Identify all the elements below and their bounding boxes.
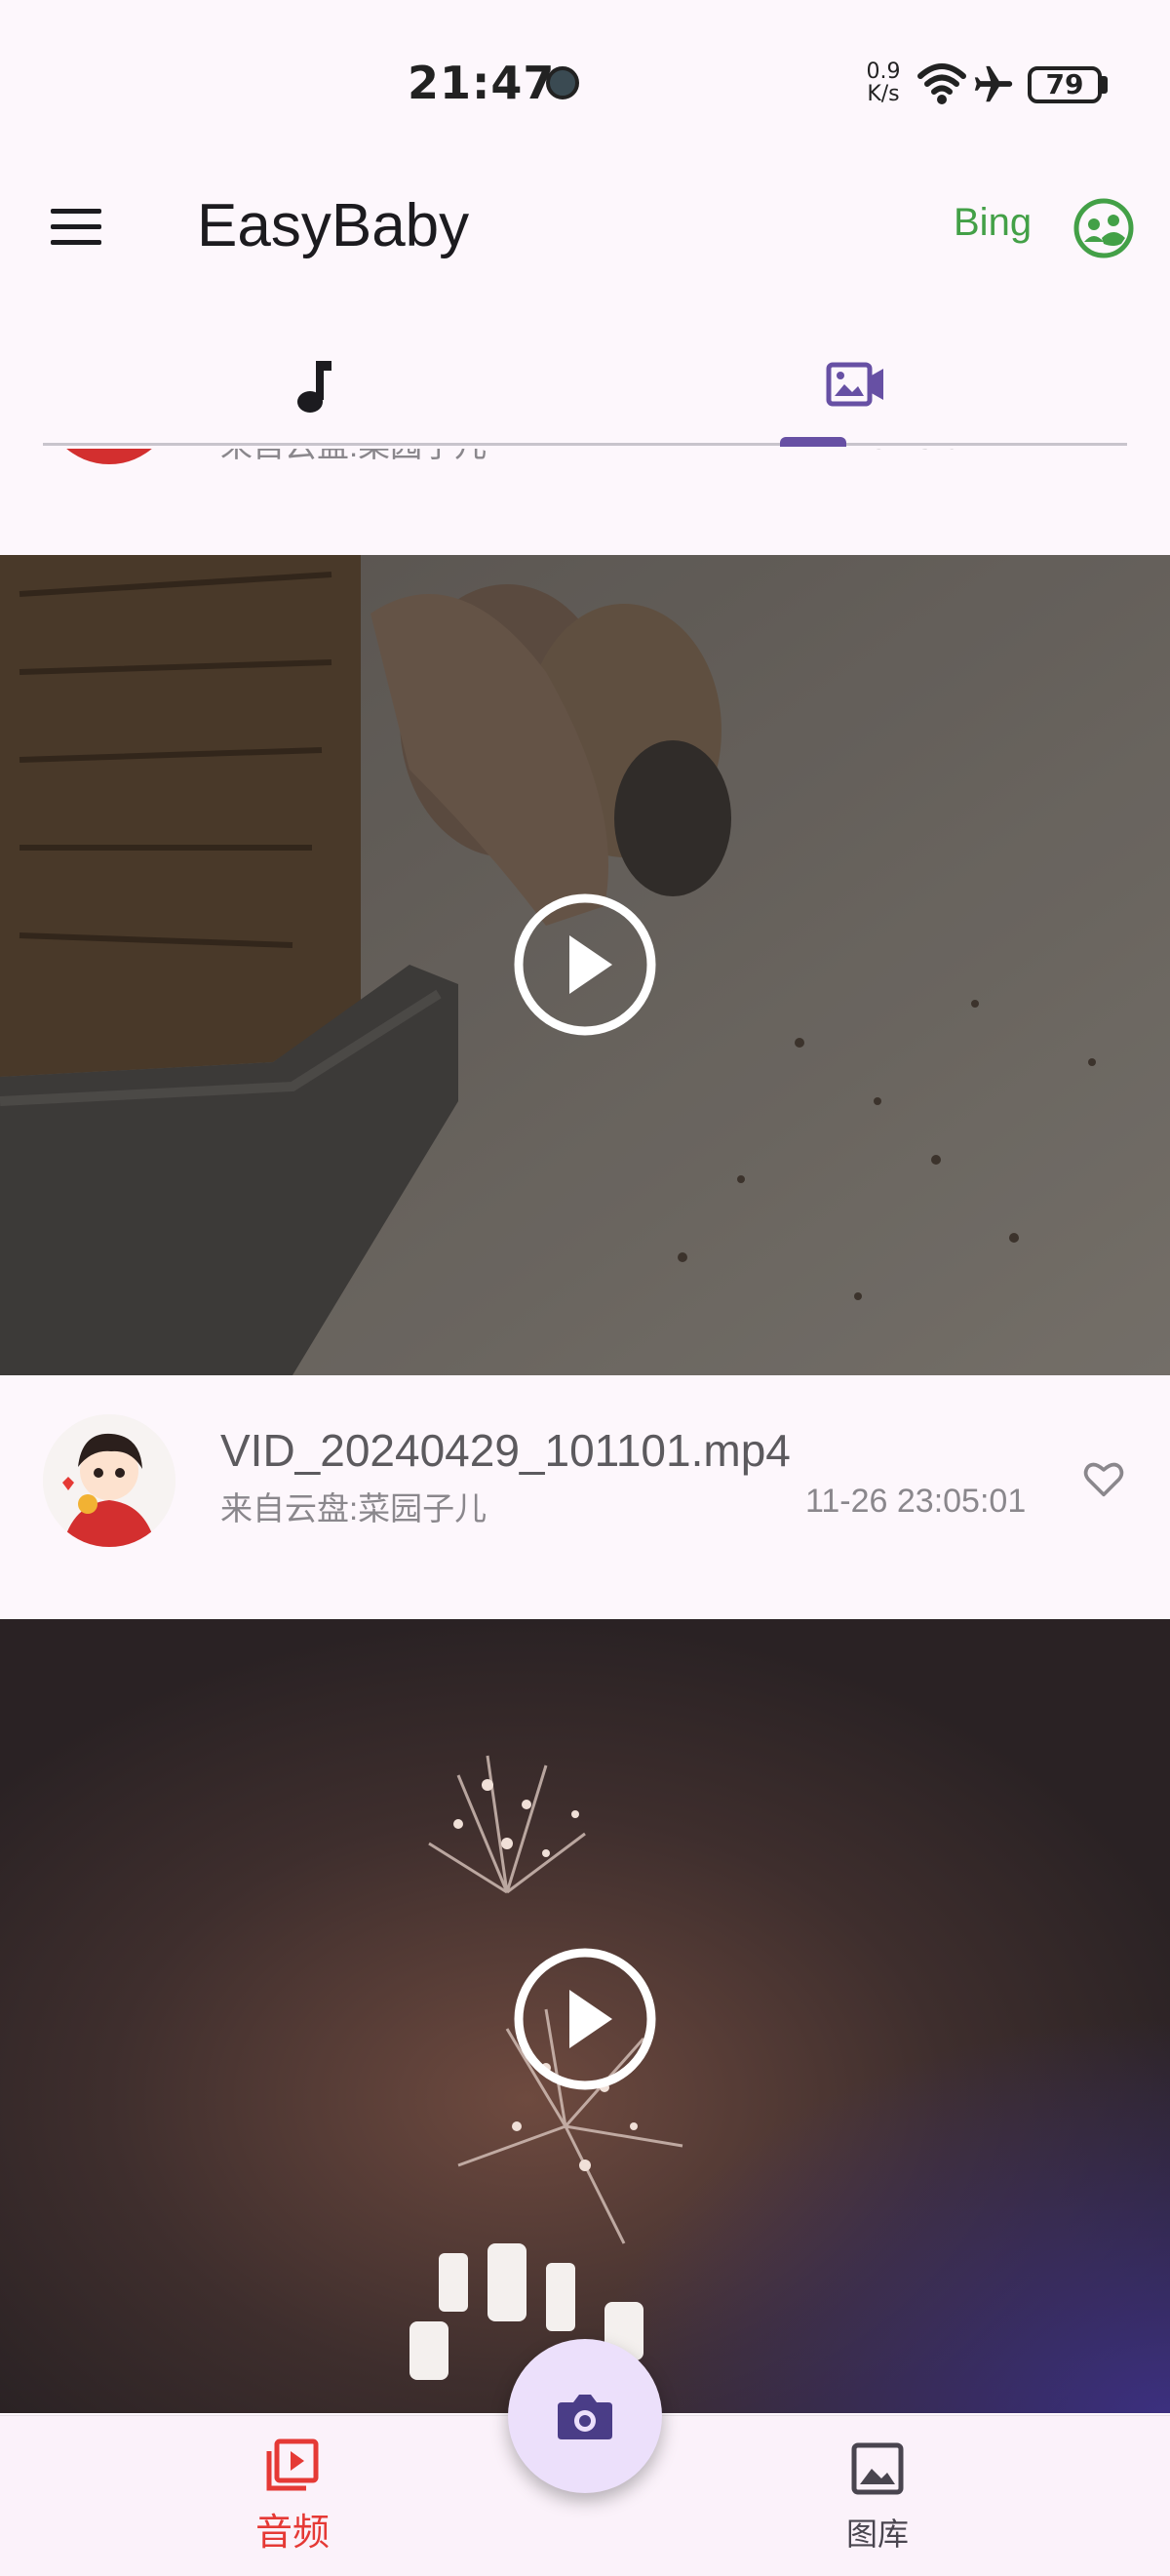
- tabs-divider: [43, 443, 1127, 446]
- tab-indicator: [780, 437, 846, 447]
- battery-indicator: 79: [1028, 66, 1102, 103]
- video-library-icon: [826, 362, 883, 407]
- image-icon: [851, 2442, 904, 2495]
- timestamp: 11-26 23:05:01: [805, 1483, 1027, 1520]
- network-speed-value: 0.9: [866, 59, 901, 84]
- status-time: 21:47: [408, 57, 556, 109]
- nav-label-gallery: 图库: [845, 2516, 909, 2553]
- source-label: 来自云盘:菜园子儿: [220, 449, 487, 466]
- video-feed[interactable]: 来自云盘:菜园子儿 11-26 23:02:24: [0, 449, 1170, 2413]
- video-thumbnail[interactable]: [0, 1619, 1170, 2413]
- nav-item-gallery[interactable]: 图库: [731, 2416, 1024, 2576]
- camera-fab[interactable]: [508, 2339, 662, 2493]
- avatar[interactable]: [43, 1414, 176, 1547]
- media-tabs: [43, 332, 1127, 445]
- music-note-icon: [297, 361, 332, 413]
- menu-icon-line: [51, 240, 101, 245]
- tab-music[interactable]: [43, 332, 585, 441]
- heart-icon[interactable]: [1082, 1459, 1125, 1498]
- nav-label-audio: 音频: [254, 2511, 330, 2554]
- play-icon[interactable]: [511, 891, 659, 1039]
- avatar[interactable]: [43, 449, 176, 464]
- airplane-mode-icon: [974, 65, 1013, 102]
- app-title: EasyBaby: [197, 192, 470, 259]
- battery-tip: [1102, 76, 1108, 94]
- network-speed-unit: K/s: [867, 82, 900, 106]
- nav-item-audio[interactable]: 音频: [146, 2416, 439, 2576]
- wifi-icon: [917, 63, 966, 104]
- file-name: VID_20240429_101101.mp4: [220, 1425, 791, 1476]
- switch-camera-icon: [558, 2395, 612, 2439]
- list-item-header[interactable]: 来自云盘:菜园子儿 11-26 23:02:24: [0, 449, 1170, 527]
- list-item-header[interactable]: VID_20240429_101101.mp4 来自云盘:菜园子儿 11-26 …: [0, 1405, 1170, 1600]
- tab-video[interactable]: [585, 332, 1127, 441]
- menu-icon-line: [51, 209, 101, 214]
- status-bar: 21:47 0.9 K/s 79: [0, 0, 1170, 166]
- account-icon[interactable]: [1072, 197, 1135, 259]
- video-thumbnail[interactable]: [0, 555, 1170, 1375]
- timestamp: 11-26 23:02:24: [805, 449, 1026, 457]
- user-name[interactable]: Bing: [954, 201, 1032, 245]
- menu-button[interactable]: [39, 195, 117, 258]
- play-icon[interactable]: [511, 1945, 659, 2093]
- menu-icon-line: [51, 224, 101, 229]
- source-label: 来自云盘:菜园子儿: [220, 1490, 488, 1526]
- camera-indicator-icon: [546, 66, 579, 99]
- video-library-icon: [266, 2438, 319, 2491]
- network-speed: 0.9 K/s: [862, 60, 905, 105]
